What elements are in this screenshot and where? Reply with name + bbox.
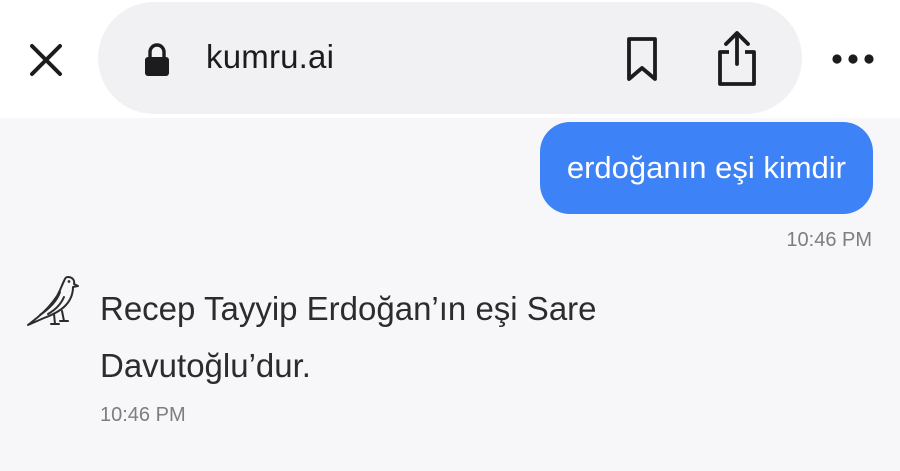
bookmark-button[interactable] (620, 32, 664, 86)
dove-icon (27, 276, 79, 326)
user-message-timestamp: 10:46 PM (786, 229, 872, 251)
user-message-text: erdoğanın eşi kimdir (566, 150, 846, 185)
bookmark-icon (627, 37, 657, 81)
browser-toolbar: kumru.ai (0, 0, 900, 118)
share-icon (718, 31, 756, 86)
close-icon (30, 44, 62, 76)
bot-message-text: Recep Tayyip Erdoğan’ın eşi Sare Davutoğ… (100, 290, 597, 384)
more-icon (832, 54, 874, 64)
address-bar[interactable]: kumru.ai (98, 2, 802, 114)
share-button[interactable] (712, 26, 762, 90)
more-options-button[interactable] (826, 44, 880, 74)
url-text[interactable]: kumru.ai (206, 38, 334, 76)
lock-icon (145, 43, 169, 76)
close-button[interactable] (24, 38, 68, 82)
user-message-bubble: erdoğanın eşi kimdir (539, 122, 873, 214)
bot-message-timestamp: 10:46 PM (100, 404, 186, 426)
chat-thread: erdoğanın eşi kimdir 10:46 PM Recep Tayy… (0, 118, 900, 471)
